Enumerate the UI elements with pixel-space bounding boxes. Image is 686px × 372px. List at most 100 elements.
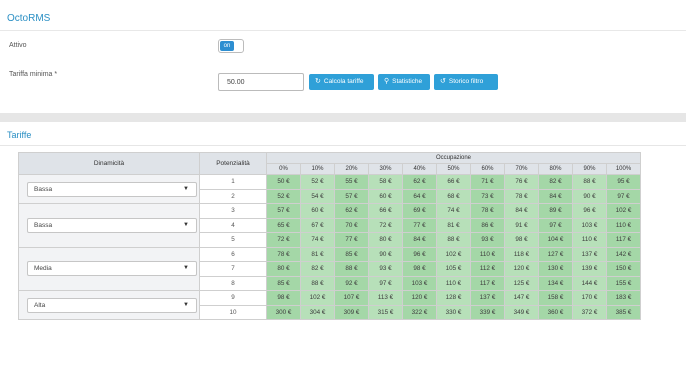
tariff-cell[interactable]: 110 € [436, 275, 471, 291]
attivo-toggle[interactable]: on [218, 39, 244, 53]
tariff-cell[interactable]: 88 € [334, 261, 369, 277]
tariff-cell[interactable]: 74 € [300, 232, 335, 248]
tariff-cell[interactable]: 322 € [402, 304, 437, 320]
tariff-cell[interactable]: 81 € [300, 246, 335, 262]
tariff-cell[interactable]: 88 € [300, 275, 335, 291]
tariff-cell[interactable]: 117 € [606, 232, 641, 248]
tariff-cell[interactable]: 339 € [470, 304, 505, 320]
tariff-cell[interactable]: 137 € [470, 290, 505, 306]
tariff-cell[interactable]: 68 € [436, 188, 471, 204]
tariff-cell[interactable]: 330 € [436, 304, 471, 320]
tariff-cell[interactable]: 85 € [266, 275, 301, 291]
tariff-cell[interactable]: 372 € [572, 304, 607, 320]
tariff-cell[interactable]: 183 € [606, 290, 641, 306]
storico-filtro-button[interactable]: ↺ Storico filtro [434, 74, 498, 90]
tariff-cell[interactable]: 315 € [368, 304, 403, 320]
tariff-cell[interactable]: 72 € [368, 217, 403, 233]
tariff-cell[interactable]: 93 € [368, 261, 403, 277]
tariff-cell[interactable]: 90 € [368, 246, 403, 262]
tariff-cell[interactable]: 90 € [572, 188, 607, 204]
tariff-cell[interactable]: 67 € [300, 217, 335, 233]
tariff-cell[interactable]: 103 € [572, 217, 607, 233]
tariff-cell[interactable]: 60 € [368, 188, 403, 204]
tariff-cell[interactable]: 60 € [300, 203, 335, 219]
tariff-cell[interactable]: 155 € [606, 275, 641, 291]
tariff-cell[interactable]: 88 € [436, 232, 471, 248]
tariff-cell[interactable]: 80 € [368, 232, 403, 248]
tariff-cell[interactable]: 62 € [402, 174, 437, 190]
tariff-cell[interactable]: 55 € [334, 174, 369, 190]
tariff-cell[interactable]: 88 € [572, 174, 607, 190]
tariff-cell[interactable]: 120 € [504, 261, 539, 277]
tariff-cell[interactable]: 86 € [470, 217, 505, 233]
tariff-cell[interactable]: 50 € [266, 174, 301, 190]
tariff-cell[interactable]: 96 € [402, 246, 437, 262]
tariff-cell[interactable]: 130 € [538, 261, 573, 277]
tariff-cell[interactable]: 125 € [504, 275, 539, 291]
dinamicita-select[interactable]: Bassa ▼ [27, 217, 197, 233]
tariff-cell[interactable]: 142 € [606, 246, 641, 262]
tariff-cell[interactable]: 98 € [504, 232, 539, 248]
tariff-cell[interactable]: 70 € [334, 217, 369, 233]
tariff-cell[interactable]: 98 € [402, 261, 437, 277]
tariff-cell[interactable]: 147 € [504, 290, 539, 306]
tariff-cell[interactable]: 300 € [266, 304, 301, 320]
tariff-cell[interactable]: 304 € [300, 304, 335, 320]
tariff-cell[interactable]: 112 € [470, 261, 505, 277]
tariff-cell[interactable]: 104 € [538, 232, 573, 248]
tariff-cell[interactable]: 57 € [266, 203, 301, 219]
tariff-cell[interactable]: 80 € [266, 261, 301, 277]
tariff-cell[interactable]: 89 € [538, 203, 573, 219]
tariff-cell[interactable]: 127 € [538, 246, 573, 262]
dinamicita-select[interactable]: Bassa ▼ [27, 181, 197, 197]
tariffa-minima-input[interactable] [218, 73, 304, 91]
tariff-cell[interactable]: 137 € [572, 246, 607, 262]
tariff-cell[interactable]: 144 € [572, 275, 607, 291]
tariff-cell[interactable]: 385 € [606, 304, 641, 320]
tariff-cell[interactable]: 128 € [436, 290, 471, 306]
tariff-cell[interactable]: 349 € [504, 304, 539, 320]
tariff-cell[interactable]: 110 € [606, 217, 641, 233]
tariff-cell[interactable]: 102 € [300, 290, 335, 306]
tariff-cell[interactable]: 360 € [538, 304, 573, 320]
tariff-cell[interactable]: 78 € [470, 203, 505, 219]
tariff-cell[interactable]: 71 € [470, 174, 505, 190]
tariff-cell[interactable]: 52 € [266, 188, 301, 204]
tariff-cell[interactable]: 66 € [368, 203, 403, 219]
tariff-cell[interactable]: 110 € [470, 246, 505, 262]
tariff-cell[interactable]: 91 € [504, 217, 539, 233]
tariff-cell[interactable]: 150 € [606, 261, 641, 277]
tariff-cell[interactable]: 66 € [436, 174, 471, 190]
tariff-cell[interactable]: 81 € [436, 217, 471, 233]
tariff-cell[interactable]: 103 € [402, 275, 437, 291]
tariff-cell[interactable]: 118 € [504, 246, 539, 262]
tariff-cell[interactable]: 95 € [606, 174, 641, 190]
tariff-cell[interactable]: 69 € [402, 203, 437, 219]
tariff-cell[interactable]: 107 € [334, 290, 369, 306]
tariff-cell[interactable]: 85 € [334, 246, 369, 262]
tariff-cell[interactable]: 52 € [300, 174, 335, 190]
tariff-cell[interactable]: 97 € [368, 275, 403, 291]
tariff-cell[interactable]: 102 € [606, 203, 641, 219]
tariff-cell[interactable]: 65 € [266, 217, 301, 233]
tariff-cell[interactable]: 98 € [266, 290, 301, 306]
tariff-cell[interactable]: 93 € [470, 232, 505, 248]
tariff-cell[interactable]: 102 € [436, 246, 471, 262]
tariff-cell[interactable]: 54 € [300, 188, 335, 204]
tariff-cell[interactable]: 77 € [402, 217, 437, 233]
tariff-cell[interactable]: 58 € [368, 174, 403, 190]
tariff-cell[interactable]: 117 € [470, 275, 505, 291]
tariff-cell[interactable]: 170 € [572, 290, 607, 306]
tariff-cell[interactable]: 57 € [334, 188, 369, 204]
tariff-cell[interactable]: 110 € [572, 232, 607, 248]
tariff-cell[interactable]: 78 € [504, 188, 539, 204]
tariff-cell[interactable]: 113 € [368, 290, 403, 306]
tariff-cell[interactable]: 139 € [572, 261, 607, 277]
tariff-cell[interactable]: 84 € [538, 188, 573, 204]
tariff-cell[interactable]: 77 € [334, 232, 369, 248]
tariff-cell[interactable]: 72 € [266, 232, 301, 248]
tariff-cell[interactable]: 76 € [504, 174, 539, 190]
tariff-cell[interactable]: 97 € [538, 217, 573, 233]
statistiche-button[interactable]: ⚲ Statistiche [378, 74, 430, 90]
tariff-cell[interactable]: 73 € [470, 188, 505, 204]
